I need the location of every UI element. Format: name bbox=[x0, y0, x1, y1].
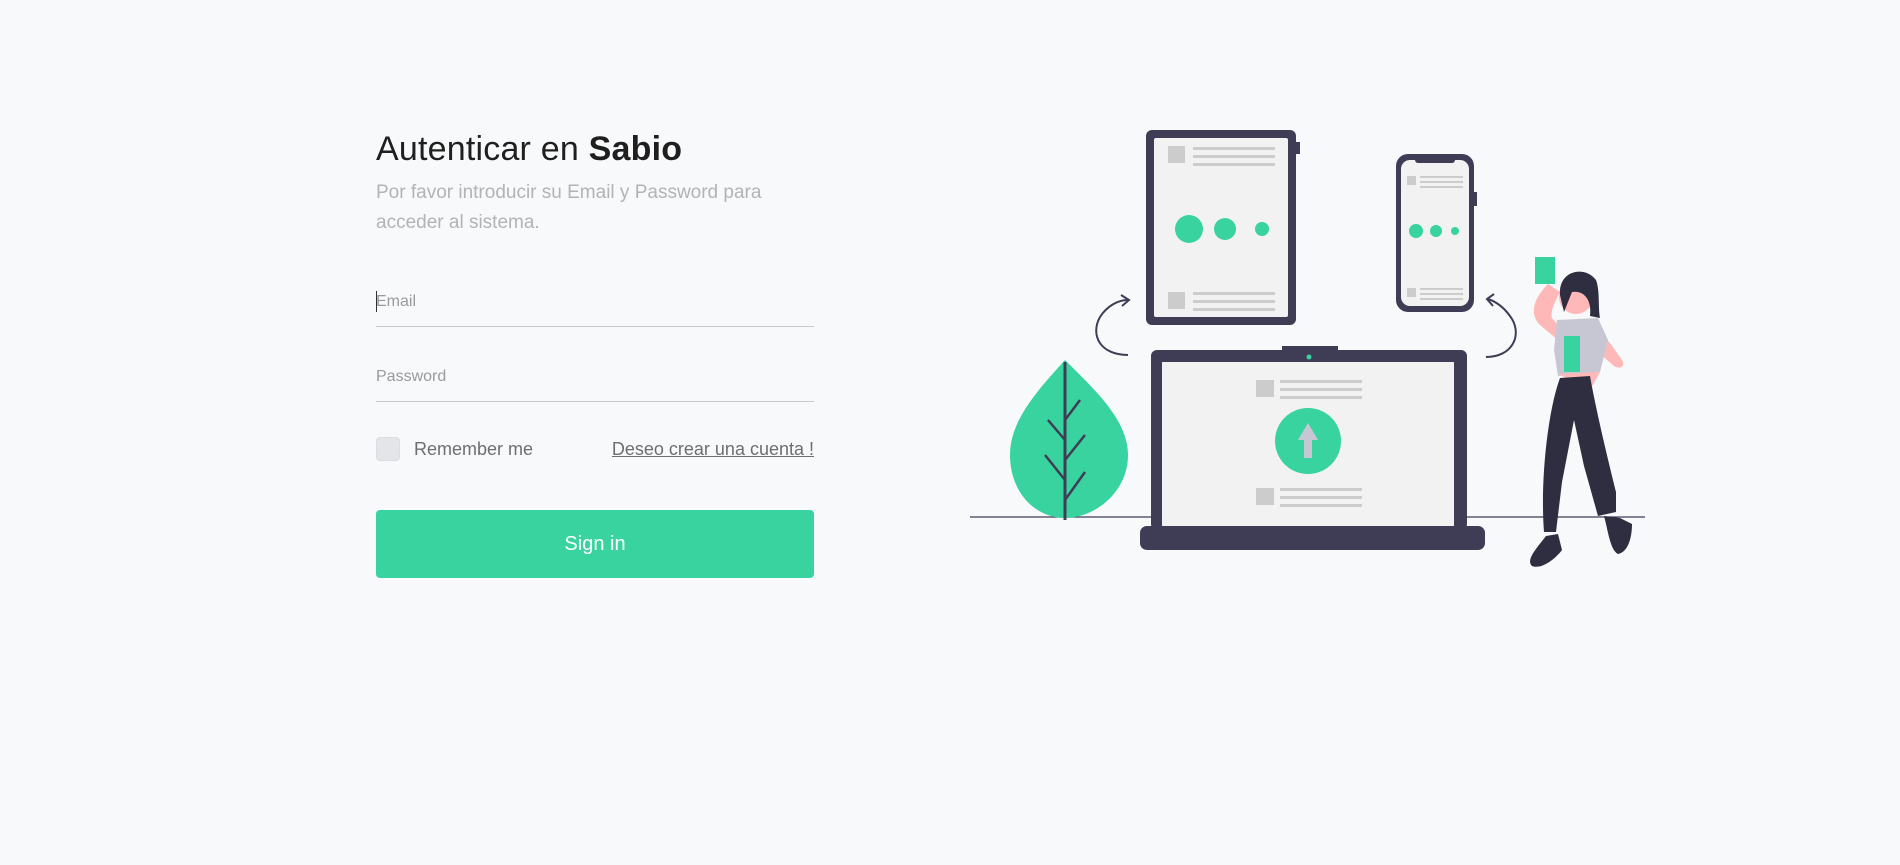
sign-in-button[interactable]: Sign in bbox=[376, 510, 814, 578]
tablet-icon bbox=[1146, 130, 1300, 325]
page-title: Autenticar en Sabio bbox=[376, 126, 814, 172]
login-page: Autenticar en Sabio Por favor introducir… bbox=[0, 0, 1900, 865]
title-brand: Sabio bbox=[588, 130, 683, 168]
remember-me-checkbox[interactable] bbox=[376, 437, 400, 461]
password-field-wrapper bbox=[376, 353, 814, 402]
remember-me-group: Remember me bbox=[376, 437, 533, 461]
leaf-icon bbox=[1010, 360, 1128, 520]
person-icon bbox=[1530, 257, 1632, 567]
page-subtitle: Por favor introducir su Email y Password… bbox=[376, 182, 762, 233]
password-input[interactable] bbox=[376, 353, 814, 401]
phone-icon bbox=[1396, 154, 1477, 312]
laptop-icon bbox=[1140, 346, 1485, 550]
remember-me-label[interactable]: Remember me bbox=[414, 439, 533, 460]
title-prefix: Autenticar en bbox=[376, 130, 579, 168]
text-caret bbox=[376, 291, 377, 312]
options-row: Remember me Deseo crear una cuenta ! bbox=[376, 436, 814, 462]
login-form: Autenticar en Sabio Por favor introducir… bbox=[376, 126, 814, 578]
email-field-wrapper bbox=[376, 278, 814, 327]
email-input[interactable] bbox=[376, 278, 814, 326]
create-account-link[interactable]: Deseo crear una cuenta ! bbox=[612, 439, 814, 460]
login-illustration bbox=[970, 130, 1645, 567]
